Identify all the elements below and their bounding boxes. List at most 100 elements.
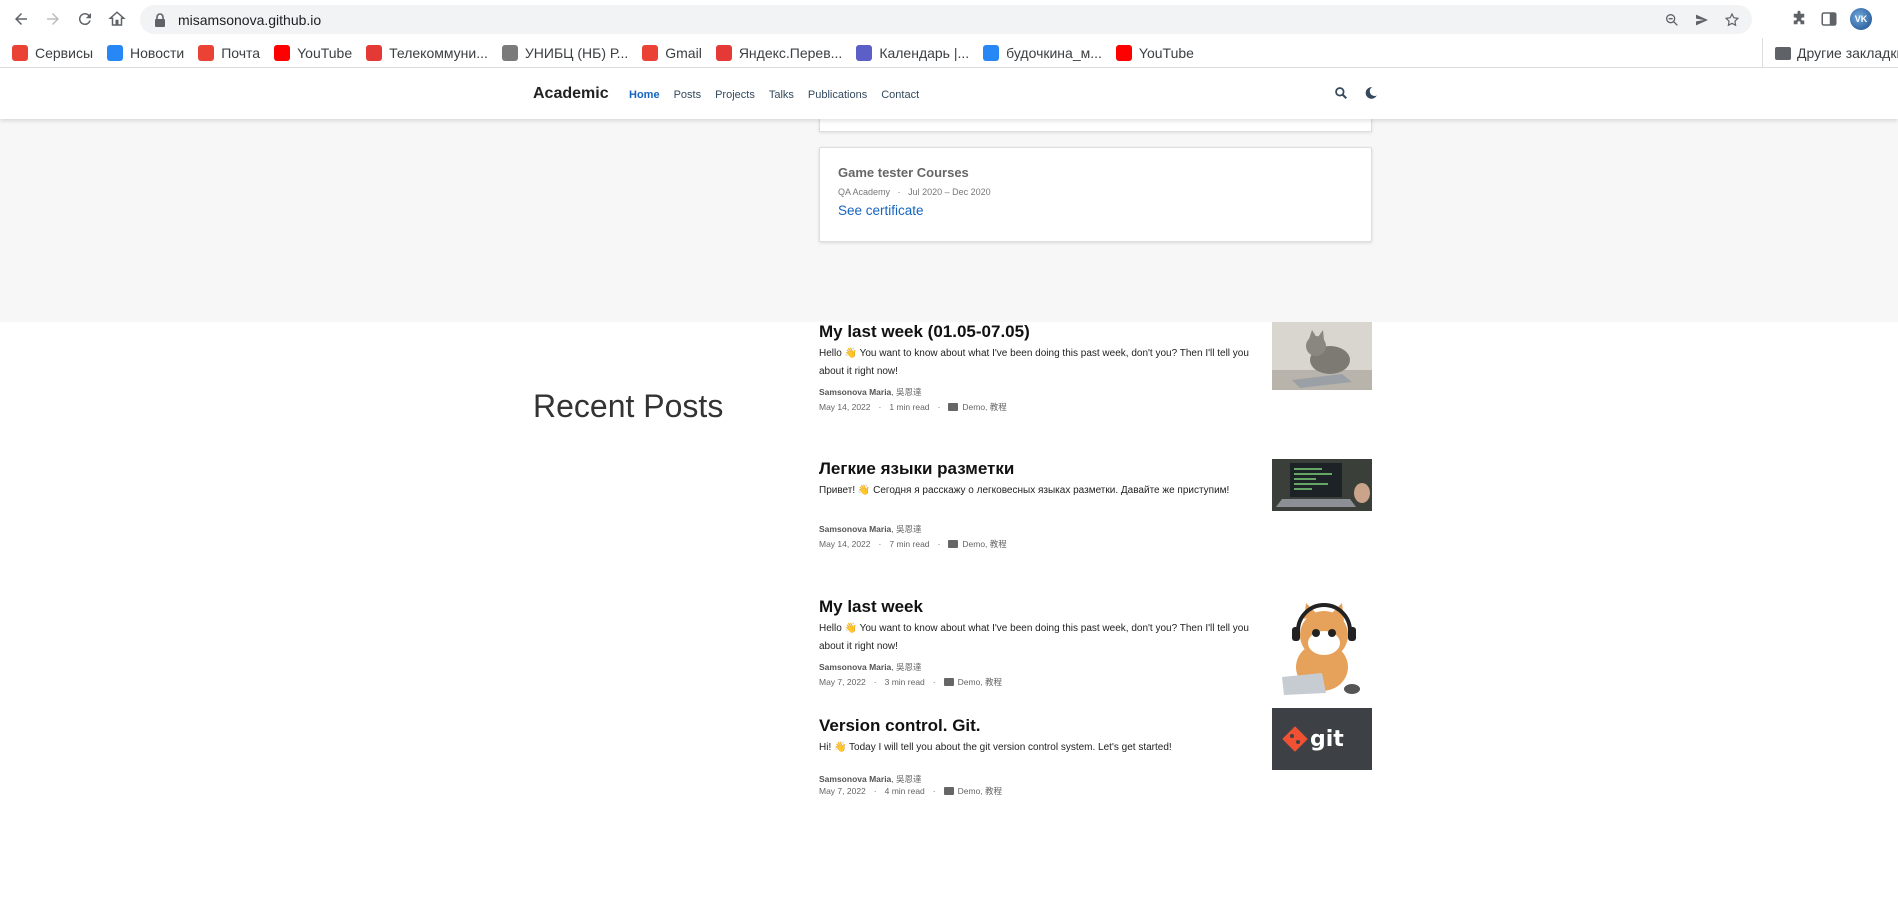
profile-avatar[interactable]: VK bbox=[1850, 8, 1872, 30]
favicon-icon bbox=[274, 44, 291, 61]
post-author[interactable]: Samsonova Maria bbox=[819, 387, 891, 397]
send-icon[interactable] bbox=[1694, 12, 1710, 28]
reload-button[interactable] bbox=[71, 5, 99, 33]
nav-link-home[interactable]: Home bbox=[629, 89, 660, 101]
browser-toolbar: misamsonova.github.io VK bbox=[0, 0, 1898, 38]
folder-icon bbox=[943, 787, 954, 795]
post-title[interactable]: My last week bbox=[819, 597, 923, 617]
folder-icon bbox=[948, 403, 959, 411]
post-coauthor[interactable]: 吳恩達 bbox=[896, 524, 922, 534]
favicon-icon bbox=[856, 44, 873, 61]
bookmark-label: Сервисы bbox=[35, 44, 94, 61]
post-coauthor[interactable]: 吳恩達 bbox=[896, 774, 922, 784]
post-tags[interactable]: Demo, 教程 bbox=[962, 401, 1006, 413]
home-button[interactable] bbox=[103, 5, 131, 33]
post-title[interactable]: Легкие языки разметки bbox=[819, 459, 1014, 479]
post-author[interactable]: Samsonova Maria bbox=[819, 662, 891, 672]
back-button[interactable] bbox=[7, 5, 35, 33]
bookmark-item[interactable]: Новости bbox=[107, 44, 184, 61]
bookmark-label: УНИБЦ (НБ) Р... bbox=[524, 44, 629, 61]
zoom-icon[interactable] bbox=[1664, 12, 1680, 28]
folder-icon bbox=[1775, 46, 1791, 60]
moon-icon[interactable] bbox=[1364, 86, 1378, 100]
bookmark-item[interactable]: Телекоммуни... bbox=[366, 44, 488, 61]
favicon-icon bbox=[983, 44, 1000, 61]
bookmark-item[interactable]: Почта bbox=[198, 44, 261, 61]
arrow-left-icon bbox=[15, 13, 27, 25]
sidepanel-icon[interactable] bbox=[1820, 10, 1838, 28]
puzzle-icon[interactable] bbox=[1790, 10, 1808, 28]
site-brand[interactable]: Academic bbox=[533, 85, 609, 103]
favicon-icon bbox=[501, 44, 518, 61]
address-bar[interactable]: misamsonova.github.io bbox=[140, 5, 1752, 34]
bookmark-item[interactable]: Сервисы bbox=[12, 44, 94, 61]
post-read-time: 1 min read bbox=[889, 402, 930, 412]
home-icon bbox=[108, 11, 126, 26]
bookmark-label: YouTube bbox=[1138, 44, 1194, 61]
post-summary: Привет! 👋 Сегодня я расскажу о легковесн… bbox=[819, 485, 1230, 496]
bookmark-label: Календарь |... bbox=[879, 44, 970, 61]
post-title[interactable]: My last week (01.05-07.05) bbox=[819, 322, 1030, 342]
post-tags[interactable]: Demo, 教程 bbox=[958, 785, 1002, 797]
nav-link-contact[interactable]: Contact bbox=[881, 89, 919, 101]
bookmark-item[interactable]: Gmail bbox=[642, 44, 702, 61]
bookmark-label: будочкина_м... bbox=[1006, 44, 1102, 61]
other-bookmarks[interactable]: Другие закладки bbox=[1762, 38, 1898, 67]
star-icon[interactable] bbox=[1724, 12, 1740, 28]
post-tags[interactable]: Demo, 教程 bbox=[958, 676, 1002, 688]
post-thumbnail[interactable] bbox=[1272, 597, 1372, 697]
cat-laptop-image bbox=[1272, 322, 1372, 390]
nav-link-posts[interactable]: Posts bbox=[674, 89, 702, 101]
git-logo-image: git bbox=[1272, 708, 1372, 770]
post-coauthor[interactable]: 吳恩達 bbox=[896, 387, 922, 397]
recent-posts-heading: Recent Posts bbox=[533, 388, 724, 424]
cartoon-cat-image bbox=[1272, 597, 1372, 697]
favicon-icon bbox=[107, 44, 124, 61]
folder-icon bbox=[943, 678, 954, 686]
bookmark-item[interactable]: УНИБЦ (НБ) Р... bbox=[501, 44, 629, 61]
post-date: May 14, 2022 bbox=[819, 402, 871, 412]
post-summary: Hello 👋 You want to know about what I've… bbox=[819, 348, 1249, 377]
favicon-icon bbox=[1115, 44, 1132, 61]
post-authors: Samsonova Maria, 吳恩達 bbox=[819, 524, 922, 534]
site-menu: Home Posts Projects Talks Publications Contac… bbox=[629, 89, 919, 101]
bookmark-label: Gmail bbox=[665, 44, 702, 61]
search-icon[interactable] bbox=[1334, 86, 1348, 100]
nav-link-talks[interactable]: Talks bbox=[769, 89, 794, 101]
post-meta: May 14, 2022 · 7 min read · Demo, 教程 bbox=[819, 538, 1007, 550]
bookmark-item[interactable]: Яндекс.Перев... bbox=[715, 44, 842, 61]
post-item: Легкие языки разметки Привет! 👋 Сегодня я… bbox=[819, 459, 1372, 579]
site-navbar: Academic Home Posts Projects Talks Publicati… bbox=[0, 72, 1898, 119]
post-title[interactable]: Version control. Git. bbox=[819, 716, 981, 736]
bookmark-label: Почта bbox=[221, 44, 261, 61]
post-item: Version control. Git. Hi! 👋 Today I will … bbox=[819, 708, 1372, 836]
post-tags[interactable]: Demo, 教程 bbox=[962, 538, 1006, 550]
nav-link-publications[interactable]: Publications bbox=[808, 89, 867, 101]
reload-icon bbox=[78, 13, 91, 26]
nav-link-projects[interactable]: Projects bbox=[715, 89, 755, 101]
favicon-icon bbox=[642, 44, 659, 61]
post-authors: Samsonova Maria, 吳恩達 bbox=[819, 387, 922, 397]
folder-icon bbox=[948, 540, 959, 548]
post-summary: Hi! 👋 Today I will tell you about the gi… bbox=[819, 742, 1172, 753]
post-date: May 7, 2022 bbox=[819, 677, 866, 687]
post-authors: Samsonova Maria, 吳恩達 bbox=[819, 662, 922, 672]
forward-button[interactable] bbox=[39, 5, 67, 33]
post-author[interactable]: Samsonova Maria bbox=[819, 524, 891, 534]
bookmark-item[interactable]: будочкина_м... bbox=[983, 44, 1102, 61]
page-viewport: Academic Home Posts Projects Talks Publicati… bbox=[0, 72, 1898, 903]
course-dates: Jul 2020 – Dec 2020 bbox=[908, 187, 991, 197]
post-author[interactable]: Samsonova Maria bbox=[819, 774, 891, 784]
post-thumbnail[interactable] bbox=[1272, 459, 1372, 511]
post-coauthor[interactable]: 吳恩達 bbox=[896, 662, 922, 672]
post-thumbnail[interactable]: git bbox=[1272, 708, 1372, 770]
post-meta: May 7, 2022 · 3 min read · Demo, 教程 bbox=[819, 676, 1003, 688]
bookmark-item[interactable]: YouTube bbox=[1115, 44, 1194, 61]
favicon-icon bbox=[715, 44, 732, 61]
post-thumbnail[interactable] bbox=[1272, 322, 1372, 390]
bookmark-item[interactable]: YouTube bbox=[274, 44, 352, 61]
post-date: May 14, 2022 bbox=[819, 539, 871, 549]
bookmark-item[interactable]: Календарь |... bbox=[856, 44, 970, 61]
post-read-time: 3 min read bbox=[884, 677, 925, 687]
see-certificate-link[interactable]: See certificate bbox=[838, 203, 924, 218]
